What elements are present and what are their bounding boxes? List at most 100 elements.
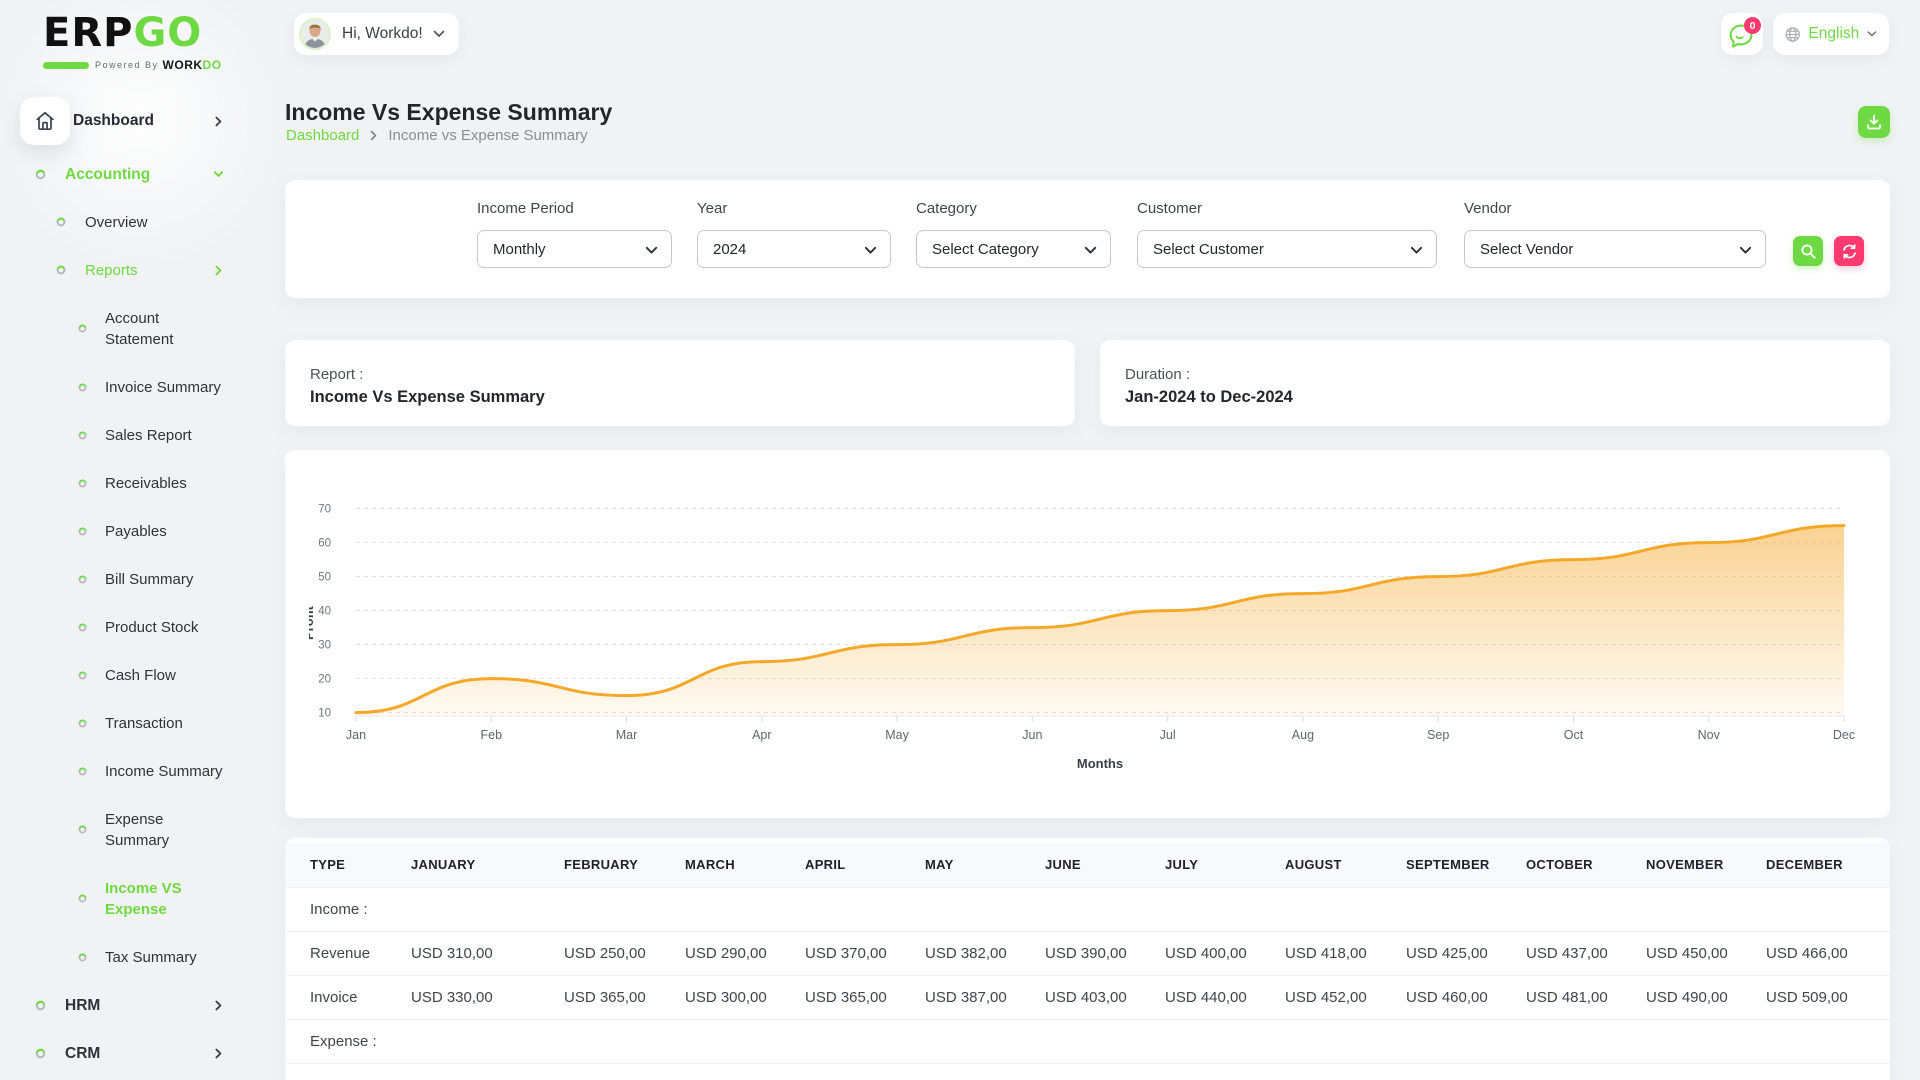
income-expense-table: TYPEJANUARYFEBRUARYMARCHAPRILMAYJUNEJULY…	[285, 843, 1890, 1064]
ring-icon	[35, 169, 46, 180]
chevron-down-icon	[1867, 30, 1877, 38]
duration-value: Jan-2024 to Dec-2024	[1125, 388, 1865, 407]
x-tick-label: Dec	[1833, 728, 1855, 742]
ring-icon	[78, 719, 87, 728]
filter-select-year[interactable]: 2024	[697, 230, 891, 268]
table-header-cell: FEBRUARY	[564, 843, 685, 887]
x-tick-label: Jun	[1022, 728, 1042, 742]
ring-icon	[78, 894, 87, 903]
ring-icon	[78, 825, 87, 834]
ring-icon	[35, 1000, 46, 1011]
x-tick-label: May	[885, 728, 909, 742]
notification-badge: 0	[1744, 17, 1761, 34]
row-value-cell: USD 437,00	[1526, 931, 1646, 975]
sidebar-item-sales-report[interactable]: Sales Report	[0, 411, 260, 459]
report-label: Report :	[310, 366, 1050, 383]
filter-label-category: Category	[916, 200, 1111, 217]
filter-select-vendor[interactable]: Select Vendor	[1464, 230, 1766, 268]
sidebar-item-label: Transaction	[105, 713, 183, 734]
workdo-logo: WORKDO	[163, 58, 222, 72]
area-fill	[356, 526, 1844, 716]
chevron-right-icon	[213, 1000, 224, 1011]
sidebar-item-overview[interactable]: Overview	[0, 198, 260, 246]
y-tick-label: 30	[318, 640, 331, 652]
sidebar-item-receivables[interactable]: Receivables	[0, 459, 260, 507]
sidebar-item-cash-flow[interactable]: Cash Flow	[0, 651, 260, 699]
row-value-cell: USD 440,00	[1165, 975, 1285, 1019]
sidebar-item-product-stock[interactable]: Product Stock	[0, 603, 260, 651]
x-axis-title: Months	[1077, 756, 1123, 771]
user-menu[interactable]: Hi, Workdo!	[294, 13, 459, 55]
table-row: InvoiceUSD 330,00USD 365,00USD 300,00USD…	[285, 975, 1890, 1019]
sidebar-item-tax-summary[interactable]: Tax Summary	[0, 933, 260, 981]
sidebar-item-expense-summary[interactable]: Expense Summary	[0, 795, 260, 864]
powered-by-label: Powered By	[95, 60, 159, 70]
duration-card: Duration : Jan-2024 to Dec-2024	[1100, 340, 1890, 426]
brand-logo[interactable]: ERPGO Powered By WORKDO	[43, 10, 263, 72]
ring-icon	[78, 767, 87, 776]
y-tick-label: 20	[318, 674, 331, 686]
table-header-cell: MARCH	[685, 843, 805, 887]
row-value-cell: USD 310,00	[411, 931, 564, 975]
download-button[interactable]	[1858, 106, 1890, 138]
row-value-cell: USD 370,00	[805, 931, 925, 975]
sidebar-item-account-statement[interactable]: Account Statement	[0, 294, 260, 363]
sidebar-item-hrm[interactable]: HRM	[0, 981, 260, 1029]
sidebar-item-payables[interactable]: Payables	[0, 507, 260, 555]
y-tick-label: 70	[318, 504, 331, 516]
ring-icon	[78, 479, 87, 488]
apply-filter-button[interactable]	[1793, 236, 1823, 266]
table-header-cell: JUNE	[1045, 843, 1165, 887]
sidebar-item-label: Reports	[85, 260, 138, 281]
sidebar-item-label: Receivables	[105, 473, 187, 494]
table-header-cell: OCTOBER	[1526, 843, 1646, 887]
language-selector[interactable]: English	[1773, 13, 1889, 55]
filter-select-income-period[interactable]: Monthly	[477, 230, 672, 268]
row-value-cell: USD 418,00	[1285, 931, 1406, 975]
sidebar-item-label: Accounting	[65, 164, 150, 185]
row-value-cell: USD 460,00	[1406, 975, 1526, 1019]
row-value-cell: USD 400,00	[1165, 931, 1285, 975]
x-tick-label: Oct	[1564, 728, 1584, 742]
filter-select-category[interactable]: Select Category	[916, 230, 1111, 268]
table-section-row: Income :	[285, 887, 1890, 931]
sidebar-item-bill-summary[interactable]: Bill Summary	[0, 555, 260, 603]
duration-label: Duration :	[1125, 366, 1865, 383]
sidebar-item-label: HRM	[65, 995, 100, 1016]
sidebar-item-invoice-summary[interactable]: Invoice Summary	[0, 363, 260, 411]
sidebar-item-dashboard[interactable]: Dashboard	[0, 97, 260, 145]
table-section-title: Expense :	[285, 1019, 1890, 1063]
ring-icon	[78, 671, 87, 680]
sidebar-item-crm[interactable]: CRM	[0, 1029, 260, 1077]
search-icon	[1800, 243, 1817, 260]
table-header-cell: JANUARY	[411, 843, 564, 887]
filter-select-customer[interactable]: Select Customer	[1137, 230, 1437, 268]
ring-icon	[78, 953, 87, 962]
ring-icon	[78, 383, 87, 392]
row-value-cell: USD 387,00	[925, 975, 1045, 1019]
messages-button[interactable]: 0	[1721, 13, 1763, 55]
reset-filter-button[interactable]	[1834, 236, 1864, 266]
sidebar-item-accounting[interactable]: Accounting	[0, 150, 260, 198]
x-tick-label: Jan	[346, 728, 366, 742]
sidebar-item-label: Tax Summary	[105, 947, 197, 968]
row-value-cell: USD 390,00	[1045, 931, 1165, 975]
sidebar-item-transaction[interactable]: Transaction	[0, 699, 260, 747]
sidebar-item-reports[interactable]: Reports	[0, 246, 260, 294]
table-section-title: Income :	[285, 887, 1890, 931]
table-header-cell: APRIL	[805, 843, 925, 887]
row-value-cell: USD 490,00	[1646, 975, 1766, 1019]
refresh-icon	[1841, 243, 1858, 260]
sidebar-item-income-vs-expense[interactable]: Income VS Expense	[0, 864, 260, 933]
filter-field-year: Year2024	[697, 200, 891, 268]
sidebar-item-label: Cash Flow	[105, 665, 176, 686]
ring-icon	[35, 1048, 46, 1059]
row-value-cell: USD 290,00	[685, 931, 805, 975]
filter-field-category: Category Select Category	[916, 200, 1111, 268]
sidebar-item-income-summary[interactable]: Income Summary	[0, 747, 260, 795]
language-label: English	[1808, 25, 1859, 43]
home-icon	[20, 97, 70, 145]
breadcrumb-dashboard-link[interactable]: Dashboard	[286, 127, 359, 144]
row-type-cell: Revenue	[285, 931, 411, 975]
row-value-cell: USD 509,00	[1766, 975, 1890, 1019]
